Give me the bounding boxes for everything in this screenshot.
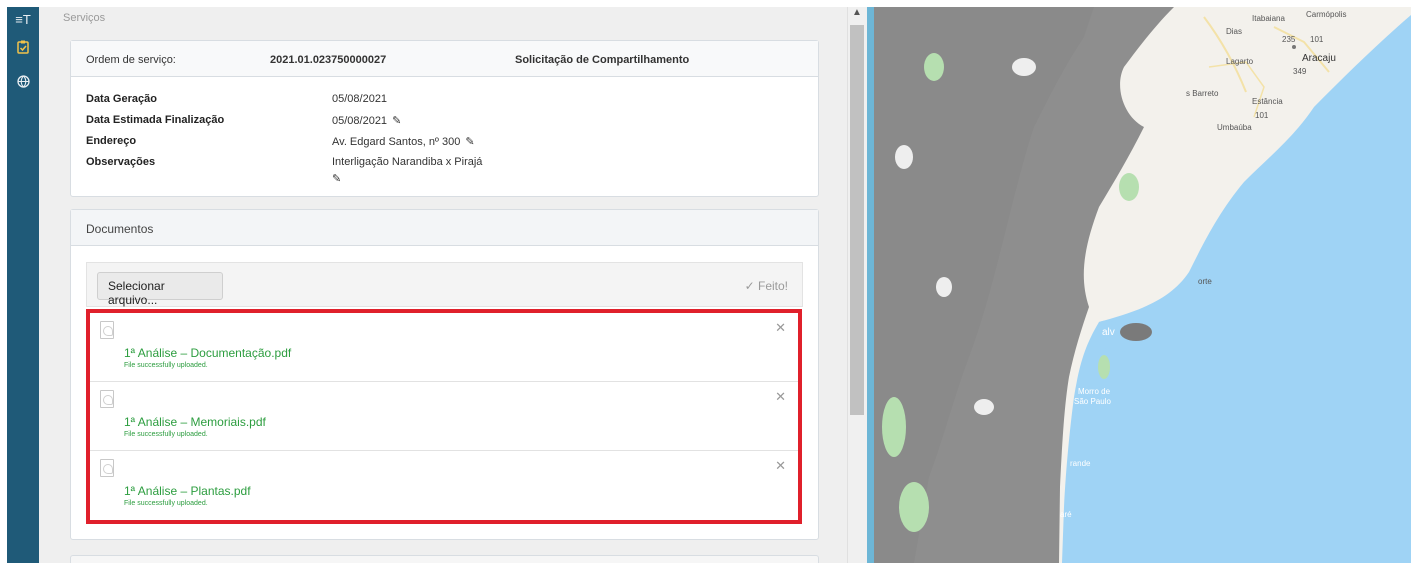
- pdf-file-icon: [100, 390, 114, 408]
- field-value: 05/08/2021: [332, 93, 388, 105]
- clipboard-check-icon[interactable]: [13, 40, 33, 58]
- app-screen: ≡T Serviços Ordem de serviço: 2021.01.02…: [0, 0, 1411, 563]
- done-status: ✓ Feito!: [744, 279, 788, 293]
- service-order-header: Ordem de serviço: 2021.01.023750000027 S…: [71, 41, 818, 77]
- left-edge: [0, 0, 7, 563]
- map-label: orte: [1198, 277, 1212, 286]
- map-label: alv: [1102, 327, 1115, 338]
- map-label: Dias: [1226, 27, 1243, 36]
- map-label: Estância: [1252, 97, 1283, 106]
- field-key: Observações: [86, 156, 156, 168]
- order-number: 2021.01.023750000027: [270, 54, 387, 66]
- field-value: 05/08/2021: [332, 115, 388, 127]
- pdf-file-icon: [100, 459, 114, 477]
- order-type: Solicitação de Compartilhamento: [515, 54, 690, 66]
- file-name[interactable]: 1ª Análise – Documentação.pdf: [124, 346, 291, 360]
- edit-pencil-icon[interactable]: ✎: [332, 172, 341, 185]
- vertical-scrollbar[interactable]: ▲: [847, 7, 867, 563]
- field-value-wrap: 05/08/2021 ✎: [332, 114, 401, 127]
- map-label: s Barreto: [1186, 89, 1219, 98]
- map-label: 101: [1310, 35, 1324, 44]
- uploaded-files-list: 1ª Análise – Documentação.pdf File succe…: [86, 309, 802, 524]
- map-label: Itabaiana: [1252, 14, 1285, 23]
- select-file-button[interactable]: Selecionar arquivo...: [97, 272, 223, 307]
- map-label: 349: [1293, 67, 1307, 76]
- top-strip: [0, 0, 1411, 7]
- file-status: File successfully uploaded.: [124, 362, 208, 369]
- map-label: 101: [1255, 111, 1269, 120]
- file-item: 1ª Análise – Plantas.pdf File successful…: [90, 451, 798, 520]
- field-key: Data Estimada Finalização: [86, 114, 225, 126]
- file-item: 1ª Análise – Memoriais.pdf File successf…: [90, 382, 798, 451]
- pdf-file-icon: [100, 321, 114, 339]
- service-order-panel: Ordem de serviço: 2021.01.023750000027 S…: [70, 40, 819, 197]
- file-name[interactable]: 1ª Análise – Plantas.pdf: [124, 484, 251, 498]
- map-label: Lagarto: [1226, 57, 1254, 66]
- field-key: Data Geração: [86, 93, 157, 105]
- edit-pencil-icon[interactable]: ✎: [465, 135, 474, 148]
- remove-file-icon[interactable]: ✕: [775, 389, 786, 405]
- documents-title: Documentos: [71, 210, 818, 246]
- breadcrumb[interactable]: Serviços: [63, 12, 105, 24]
- file-name[interactable]: 1ª Análise – Memoriais.pdf: [124, 415, 266, 429]
- file-item: 1ª Análise – Documentação.pdf File succe…: [90, 313, 798, 382]
- map-label: aré: [1060, 510, 1072, 519]
- panel-splitter[interactable]: [867, 7, 874, 563]
- map-label: Morro de: [1078, 387, 1111, 396]
- map-label: Aracaju: [1302, 53, 1336, 64]
- globe-icon[interactable]: [13, 75, 33, 93]
- dropzone[interactable]: Selecionar arquivo... ✓ Feito!: [86, 262, 803, 307]
- text-icon[interactable]: ≡T: [13, 11, 33, 29]
- edit-pencil-icon[interactable]: ✎: [392, 114, 401, 127]
- order-label: Ordem de serviço:: [86, 54, 176, 66]
- field-key: Endereço: [86, 135, 137, 147]
- map-label: 235: [1282, 35, 1296, 44]
- file-status: File successfully uploaded.: [124, 431, 208, 438]
- field-value-wrap: Av. Edgard Santos, nº 300 ✎: [332, 135, 475, 148]
- map-label: Carmópolis: [1306, 10, 1347, 19]
- field-value: Av. Edgard Santos, nº 300: [332, 136, 461, 148]
- remove-file-icon[interactable]: ✕: [775, 458, 786, 474]
- scroll-up-icon[interactable]: ▲: [852, 7, 862, 18]
- documents-panel: Documentos Selecionar arquivo... ✓ Feito…: [70, 209, 819, 540]
- remove-file-icon[interactable]: ✕: [775, 320, 786, 336]
- field-value: Interligação Narandiba x Pirajá: [332, 156, 483, 168]
- scrollbar-thumb[interactable]: [850, 25, 864, 415]
- map-label: rande: [1070, 459, 1091, 468]
- file-status: File successfully uploaded.: [124, 500, 208, 507]
- main-content: Serviços Ordem de serviço: 2021.01.02375…: [39, 7, 847, 563]
- map-canvas: [874, 7, 1411, 563]
- map-label: São Paulo: [1074, 397, 1111, 406]
- map-label: Umbaúba: [1217, 123, 1252, 132]
- next-panel: [70, 555, 819, 563]
- icon-rail: ≡T: [7, 7, 39, 563]
- map-view[interactable]: Itabaiana Carmópolis Dias 235 101 Lagart…: [874, 7, 1411, 563]
